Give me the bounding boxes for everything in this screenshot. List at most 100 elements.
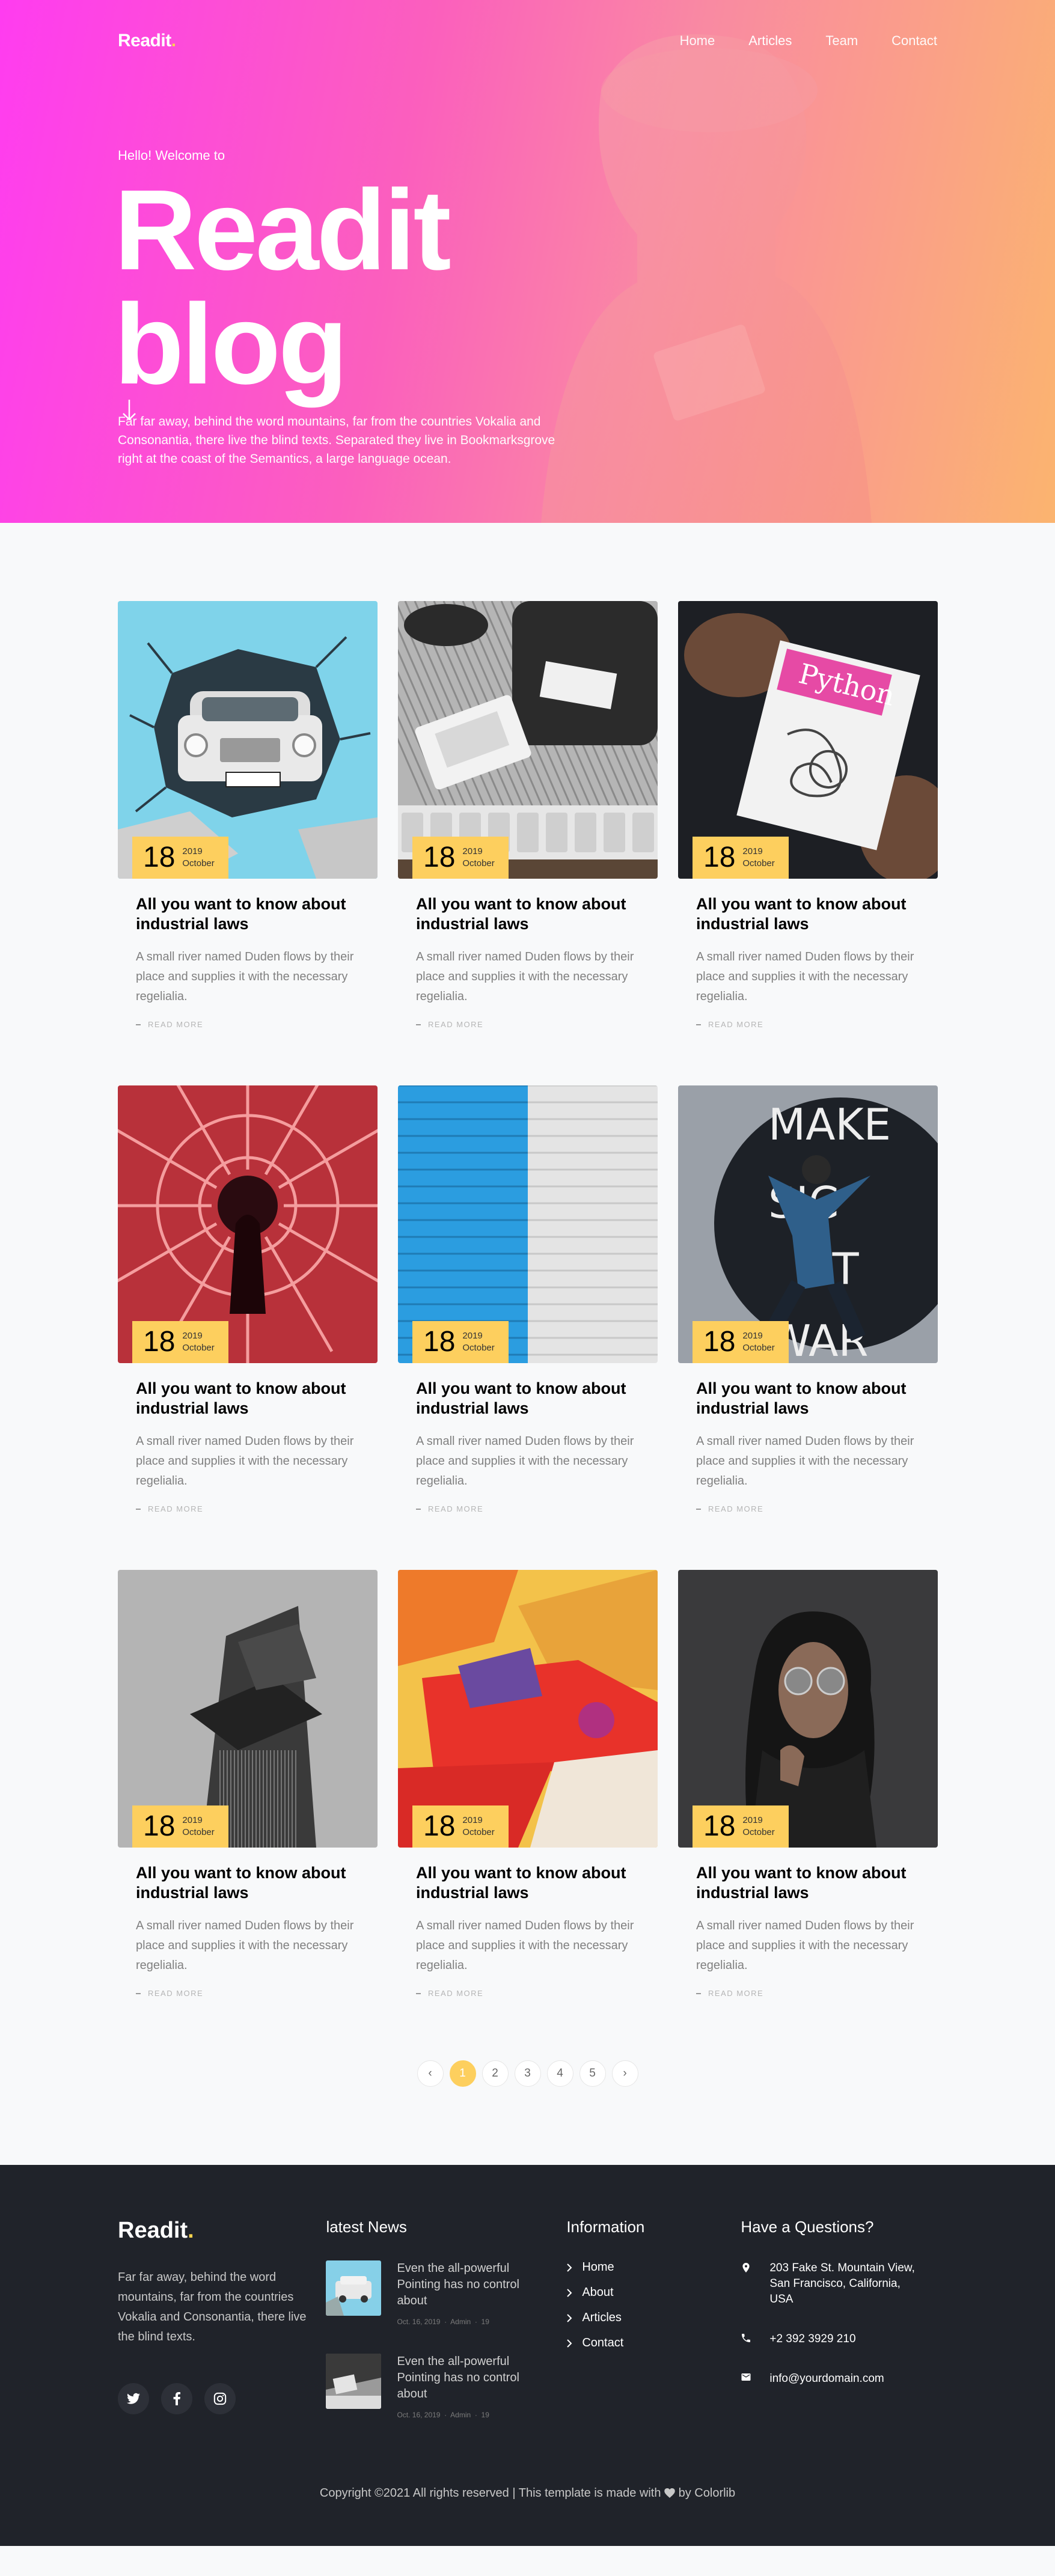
- date-month: October: [742, 858, 775, 868]
- instagram-icon[interactable]: [204, 2383, 236, 2414]
- blog-card-excerpt: A small river named Duden flows by their…: [416, 1919, 634, 1972]
- blog-card-image[interactable]: 18 2019 October: [118, 1085, 378, 1363]
- news-meta: Oct. 16, 2019 · Admin · 19: [397, 2411, 489, 2419]
- date-month: October: [182, 1827, 215, 1837]
- date-day: 18: [143, 841, 176, 873]
- footer-link-about[interactable]: About: [566, 2286, 741, 2300]
- blog-card-title[interactable]: All you want to know about industrial la…: [696, 1863, 920, 1903]
- heart-icon: [664, 2488, 675, 2498]
- hero-welcome: Hello! Welcome to: [118, 148, 225, 163]
- hero-description: Far far away, behind the word mountains,…: [118, 415, 555, 466]
- date-year: 2019: [462, 1815, 483, 1825]
- read-more-link[interactable]: READ MORE: [416, 1989, 640, 1998]
- nav-item-home[interactable]: Home: [680, 33, 715, 49]
- news-title[interactable]: Even the all-powerful Pointing has no co…: [397, 2260, 529, 2309]
- blog-card-image[interactable]: 18 2019 October: [398, 1085, 658, 1363]
- pagination-page-2[interactable]: 2: [482, 2060, 509, 2087]
- map-pin-icon: [742, 2263, 750, 2272]
- read-more-link[interactable]: READ MORE: [696, 1989, 920, 1998]
- hero-content: Hello! Welcome to Readit blog Far far aw…: [114, 148, 575, 468]
- pagination-page-1[interactable]: 1: [449, 2060, 476, 2087]
- copyright: Copyright ©2021 All rights reserved | Th…: [319, 2486, 736, 2500]
- nav-item-team[interactable]: Team: [825, 33, 858, 49]
- twitter-icon[interactable]: [118, 2383, 149, 2414]
- blog-section: 18 2019 October All you want to know abou…: [0, 523, 1055, 2165]
- blog-card-title[interactable]: All you want to know about industrial la…: [416, 894, 640, 934]
- news-title[interactable]: Even the all-powerful Pointing has no co…: [397, 2354, 529, 2402]
- dash-icon: [416, 1508, 421, 1510]
- blog-card-title[interactable]: All you want to know about industrial la…: [696, 894, 920, 934]
- blog-card-title[interactable]: All you want to know about industrial la…: [416, 1379, 640, 1418]
- chevron-right-icon: [567, 2313, 572, 2322]
- news-item[interactable]: Even the all-powerful Pointing has no co…: [326, 2354, 566, 2419]
- footer-info-heading: Information: [566, 2218, 645, 2236]
- read-more-link[interactable]: READ MORE: [136, 1504, 359, 1513]
- blog-card-excerpt: A small river named Duden flows by their…: [696, 1919, 914, 1972]
- svg-text:MAKE: MAKE: [768, 1099, 891, 1150]
- nav-item-articles[interactable]: Articles: [748, 33, 792, 49]
- pagination-page-3[interactable]: 3: [514, 2060, 541, 2087]
- date-day: 18: [143, 1810, 176, 1842]
- date-badge: 18 2019 October: [693, 837, 789, 879]
- footer-news: latest News Even the all-powerful Pointi…: [326, 2218, 566, 2447]
- main-menu: Home Articles Team Contact: [680, 33, 937, 49]
- footer-link-articles[interactable]: Articles: [566, 2311, 741, 2325]
- dash-icon: [136, 1992, 141, 1994]
- pagination-prev[interactable]: ‹: [417, 2060, 444, 2087]
- blog-card-title[interactable]: All you want to know about industrial la…: [136, 1863, 359, 1903]
- blog-card-image[interactable]: 18 2019 October: [118, 1570, 378, 1848]
- arrow-down-icon[interactable]: [120, 398, 138, 422]
- blog-card-image[interactable]: MAKE SIC OT WAR 18 2019October: [678, 1085, 938, 1363]
- dash-icon: [136, 1508, 141, 1510]
- contact-email[interactable]: info@yourdomain.com: [741, 2371, 937, 2387]
- footer-link-contact[interactable]: Contact: [566, 2336, 741, 2350]
- date-year: 2019: [462, 1331, 483, 1341]
- news-item[interactable]: Even the all-powerful Pointing has no co…: [326, 2260, 566, 2326]
- read-more-link[interactable]: READ MORE: [696, 1504, 920, 1513]
- facebook-icon[interactable]: [161, 2383, 192, 2414]
- blog-card-image[interactable]: 18 2019 October: [398, 1570, 658, 1848]
- news-thumbnail[interactable]: [326, 2354, 382, 2409]
- hero-section: Readit. Home Articles Team Contact Hello…: [0, 0, 1055, 523]
- blog-card: 18 2019 October All you want to know abou…: [118, 1570, 378, 2054]
- read-more-link[interactable]: READ MORE: [416, 1020, 640, 1029]
- blog-card: 18 2019 October All you want to know abou…: [678, 1570, 938, 2054]
- footer-about-text: Far far away, behind the word mountains,…: [118, 2271, 307, 2343]
- blog-card-title[interactable]: All you want to know about industrial la…: [696, 1379, 920, 1418]
- pagination-page-5[interactable]: 5: [579, 2060, 606, 2087]
- footer: Readit. Far far away, behind the word mo…: [0, 2165, 1055, 2546]
- nav-item-contact[interactable]: Contact: [891, 33, 937, 49]
- date-badge: 18 2019 October: [132, 1321, 228, 1363]
- blog-card-title[interactable]: All you want to know about industrial la…: [136, 894, 359, 934]
- date-year: 2019: [462, 846, 483, 856]
- site-logo[interactable]: Readit.: [118, 31, 176, 51]
- footer-link-home[interactable]: Home: [566, 2260, 741, 2274]
- read-more-link[interactable]: READ MORE: [136, 1020, 359, 1029]
- date-badge: 18 2019 October: [693, 1805, 789, 1848]
- hero-title: Readit blog: [114, 166, 451, 408]
- footer-information: Information Home About Articles Contact: [566, 2218, 741, 2447]
- phone-icon: [742, 2334, 751, 2342]
- date-year: 2019: [182, 1815, 203, 1825]
- blog-card-image[interactable]: 18 2019 October: [118, 601, 378, 879]
- blog-card: 18 2019 October All you want to know abou…: [118, 1085, 378, 1570]
- blog-card-title[interactable]: All you want to know about industrial la…: [136, 1379, 359, 1418]
- read-more-link[interactable]: READ MORE: [696, 1020, 920, 1029]
- news-meta: Oct. 16, 2019 · Admin · 19: [397, 2318, 489, 2326]
- date-badge: 18 2019 October: [412, 1805, 509, 1848]
- blog-card-image[interactable]: 18 2019 October: [398, 601, 658, 879]
- blog-card-image[interactable]: 18 2019 October: [678, 1570, 938, 1848]
- read-more-link[interactable]: READ MORE: [136, 1989, 359, 1998]
- pagination-page-4[interactable]: 4: [546, 2060, 573, 2087]
- envelope-icon: [741, 2373, 751, 2381]
- blog-card-image[interactable]: Python 18 2019 October: [678, 601, 938, 879]
- pagination-next[interactable]: ›: [611, 2060, 638, 2087]
- chevron-right-icon: [567, 2263, 572, 2272]
- contact-phone[interactable]: +2 392 3929 210: [741, 2331, 937, 2347]
- date-month: October: [742, 1343, 775, 1353]
- footer-logo[interactable]: Readit.: [118, 2218, 326, 2244]
- blog-card-title[interactable]: All you want to know about industrial la…: [416, 1863, 640, 1903]
- read-more-link[interactable]: READ MORE: [416, 1504, 640, 1513]
- date-day: 18: [423, 841, 456, 873]
- news-thumbnail[interactable]: [326, 2260, 382, 2316]
